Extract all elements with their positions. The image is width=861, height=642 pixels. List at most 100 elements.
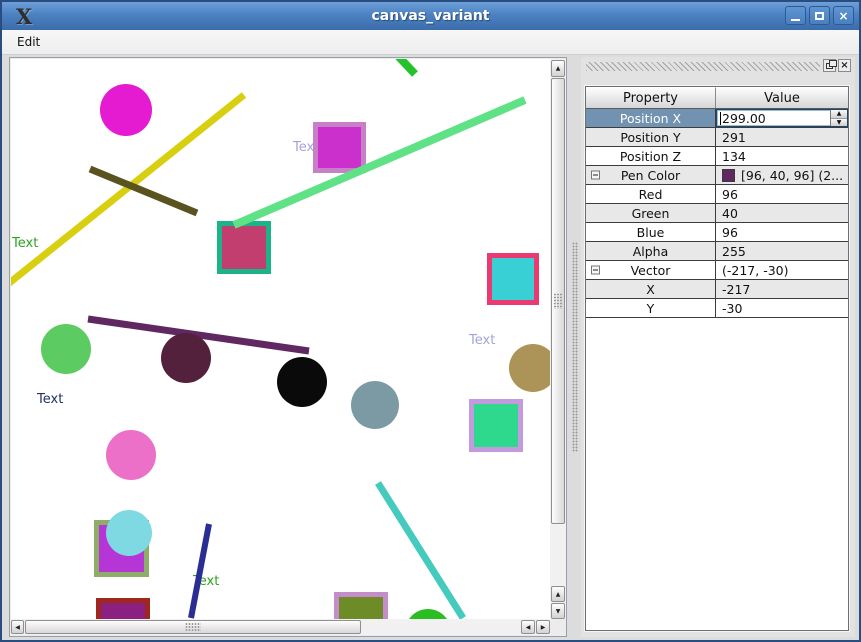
property-row-blue[interactable]: Blue96 bbox=[586, 223, 848, 242]
canvas-square-item[interactable] bbox=[220, 224, 269, 272]
dock-titlebar[interactable]: × bbox=[584, 59, 852, 73]
horizontal-scrollbar[interactable]: ◀ ◀ ▶ bbox=[11, 619, 551, 635]
spin-up-button[interactable]: ▲ bbox=[831, 110, 847, 119]
property-value-cell[interactable]: [96, 40, 96] (2... bbox=[716, 166, 848, 184]
property-row-x[interactable]: X-217 bbox=[586, 280, 848, 299]
property-value-cell[interactable]: -217 bbox=[716, 280, 848, 298]
maximize-icon bbox=[815, 12, 824, 20]
property-row-pen-color[interactable]: Pen Color [96, 40, 96] (2... bbox=[586, 166, 848, 185]
canvas-circle-item[interactable] bbox=[161, 333, 211, 383]
property-label: Y bbox=[647, 301, 655, 316]
float-icon bbox=[826, 63, 833, 69]
canvas-square-item[interactable] bbox=[490, 256, 537, 303]
property-value-cell[interactable]: -30 bbox=[716, 299, 848, 317]
canvas-circle-item[interactable] bbox=[41, 324, 91, 374]
spinbox-value: 299.00 bbox=[722, 111, 766, 126]
canvas-square-item[interactable] bbox=[316, 125, 364, 171]
property-name-cell[interactable]: Alpha bbox=[586, 242, 716, 260]
property-value-cell[interactable]: 40 bbox=[716, 204, 848, 222]
property-name-cell[interactable]: Y bbox=[586, 299, 716, 317]
canvas-line-item[interactable] bbox=[398, 59, 415, 74]
collapse-expander-icon[interactable] bbox=[591, 266, 600, 275]
property-value: -30 bbox=[722, 301, 742, 316]
property-row-position-y[interactable]: Position Y291 bbox=[586, 128, 848, 147]
property-label: Position X bbox=[620, 111, 681, 126]
app-window: X canvas_variant × Edit TextTextTextText… bbox=[0, 0, 861, 642]
column-header-value[interactable]: Value bbox=[716, 87, 848, 108]
property-label: Alpha bbox=[633, 244, 669, 259]
arrow-right-icon: ▶ bbox=[541, 624, 546, 631]
titlebar[interactable]: X canvas_variant × bbox=[2, 2, 859, 30]
property-value-cell[interactable]: 134 bbox=[716, 147, 848, 165]
vertical-scrollbar[interactable]: ▲ ▲ ▼ bbox=[550, 59, 566, 621]
property-value-cell[interactable]: 96 bbox=[716, 185, 848, 203]
scroll-left-button[interactable]: ◀ bbox=[11, 620, 24, 634]
property-name-cell[interactable]: Pen Color bbox=[586, 166, 716, 184]
canvas-circle-item[interactable] bbox=[509, 344, 551, 392]
property-value-cell[interactable]: 255 bbox=[716, 242, 848, 260]
collapse-expander-icon[interactable] bbox=[591, 171, 600, 180]
property-row-vector[interactable]: Vector (-217, -30) bbox=[586, 261, 848, 280]
property-row-position-x[interactable]: Position X 299.00 ▲▼ bbox=[586, 109, 848, 128]
splitter-handle[interactable] bbox=[568, 57, 581, 637]
property-row-y[interactable]: Y -30 bbox=[586, 299, 848, 318]
arrow-down-icon: ▼ bbox=[556, 608, 561, 615]
property-name-cell[interactable]: X bbox=[586, 280, 716, 298]
property-value-cell[interactable]: 96 bbox=[716, 223, 848, 241]
property-name-cell[interactable]: Vector bbox=[586, 261, 716, 279]
canvas-text-item[interactable]: Text bbox=[468, 333, 495, 348]
spin-down-button[interactable]: ▼ bbox=[831, 119, 847, 127]
dock-handle-icon bbox=[586, 62, 820, 71]
canvas-circle-item[interactable] bbox=[106, 430, 156, 480]
scroll-left-button-right[interactable]: ◀ bbox=[521, 620, 535, 634]
thumb-grip-icon bbox=[554, 293, 563, 309]
canvas-line-item[interactable] bbox=[378, 483, 463, 618]
minimize-button[interactable] bbox=[785, 6, 806, 25]
property-value-cell[interactable]: (-217, -30) bbox=[716, 261, 848, 279]
canvas-square-item[interactable] bbox=[472, 402, 521, 450]
canvas-circle-item[interactable] bbox=[351, 381, 399, 429]
scroll-down-button[interactable]: ▼ bbox=[551, 603, 565, 619]
canvas-line-item[interactable] bbox=[191, 524, 209, 618]
property-name-cell[interactable]: Blue bbox=[586, 223, 716, 241]
property-label: Green bbox=[632, 206, 670, 221]
hscroll-thumb[interactable] bbox=[25, 620, 361, 634]
arrow-left-icon: ◀ bbox=[15, 624, 20, 631]
dock-close-button[interactable]: × bbox=[838, 59, 851, 72]
property-name-cell[interactable]: Position X bbox=[586, 109, 716, 127]
drawing-canvas[interactable]: TextTextTextTextText bbox=[11, 59, 551, 621]
scroll-up-button[interactable]: ▲ bbox=[551, 60, 565, 77]
canvas-circle-item[interactable] bbox=[277, 357, 327, 407]
arrow-left-icon: ◀ bbox=[526, 624, 531, 631]
property-name-cell[interactable]: Position Y bbox=[586, 128, 716, 146]
property-row-alpha[interactable]: Alpha 255 bbox=[586, 242, 848, 261]
canvas-square-item[interactable] bbox=[99, 601, 148, 622]
position-x-spinbox[interactable]: 299.00 ▲▼ bbox=[716, 109, 848, 127]
property-value-cell[interactable]: 291 bbox=[716, 128, 848, 146]
property-value: (-217, -30) bbox=[722, 263, 789, 278]
canvas-text-item[interactable]: Text bbox=[11, 236, 38, 251]
close-button[interactable]: × bbox=[833, 6, 854, 25]
menu-edit[interactable]: Edit bbox=[10, 33, 47, 51]
canvas-text-item[interactable]: Text bbox=[36, 392, 63, 407]
canvas-circle-item[interactable] bbox=[100, 84, 152, 136]
vscroll-thumb[interactable] bbox=[551, 78, 565, 524]
property-name-cell[interactable]: Red bbox=[586, 185, 716, 203]
canvas-circle-item[interactable] bbox=[106, 510, 152, 556]
canvas-line-item[interactable] bbox=[234, 100, 525, 225]
scroll-right-button[interactable]: ▶ bbox=[536, 620, 550, 634]
property-label: Vector bbox=[631, 263, 671, 278]
property-row-red[interactable]: Red96 bbox=[586, 185, 848, 204]
property-label: Pen Color bbox=[621, 168, 680, 183]
dock-float-button[interactable] bbox=[823, 59, 836, 72]
property-table: Property Value Position X299.00▲▼Positio… bbox=[585, 86, 849, 631]
property-row-position-z[interactable]: Position Z134 bbox=[586, 147, 848, 166]
property-value-cell[interactable]: 299.00 ▲▼ bbox=[716, 109, 848, 127]
property-name-cell[interactable]: Green bbox=[586, 204, 716, 222]
maximize-button[interactable] bbox=[809, 6, 830, 25]
property-name-cell[interactable]: Position Z bbox=[586, 147, 716, 165]
canvas-square-item[interactable] bbox=[337, 595, 386, 622]
scroll-up-button-bottom[interactable]: ▲ bbox=[551, 586, 565, 602]
column-header-property[interactable]: Property bbox=[586, 87, 716, 108]
property-row-green[interactable]: Green 40 bbox=[586, 204, 848, 223]
